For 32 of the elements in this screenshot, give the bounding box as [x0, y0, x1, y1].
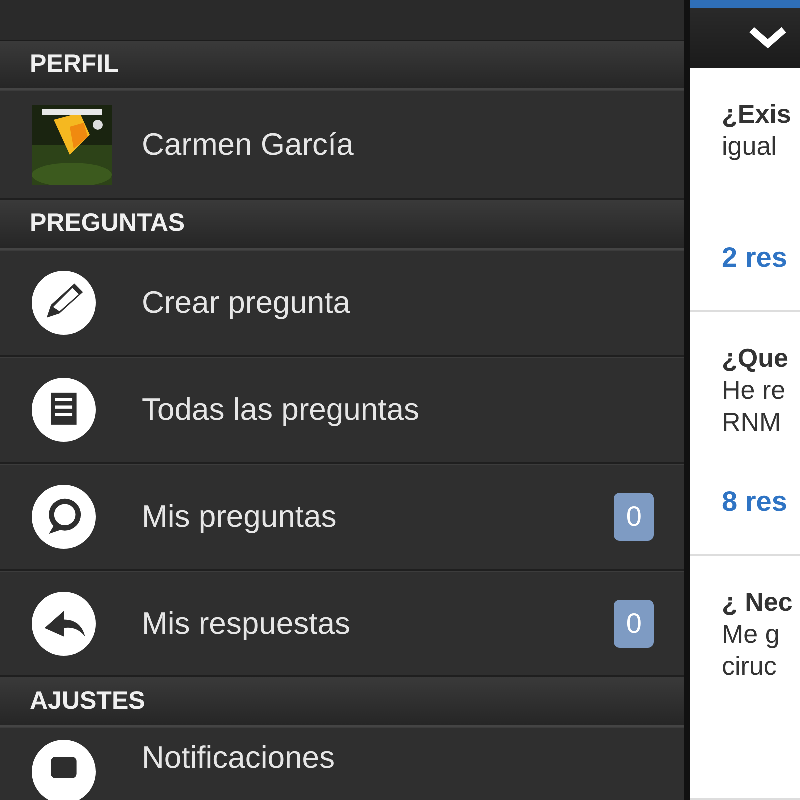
menu-label: Mis respuestas	[142, 606, 350, 642]
question-text: ciruc	[722, 650, 778, 682]
menu-label: Mis preguntas	[142, 498, 337, 535]
section-header: PERFIL	[30, 50, 119, 79]
question-text: Me g	[722, 618, 781, 650]
section-header: PREGUNTAS	[30, 209, 186, 238]
chevron-down-icon[interactable]	[748, 26, 788, 50]
menu-item[interactable]: Todas las preguntas	[0, 356, 684, 464]
profile-name: Carmen García	[142, 126, 354, 163]
question-text: RNM	[722, 406, 782, 438]
menu-label: Crear pregunta	[142, 284, 351, 321]
pencil-icon	[32, 270, 96, 335]
question-card[interactable]: ¿Exis igual 2 res	[690, 68, 800, 312]
list-icon	[32, 378, 96, 442]
answers-link[interactable]: 8 res	[722, 486, 800, 518]
answers-link[interactable]: 2 res	[722, 242, 800, 274]
question-text: ¿Exis	[722, 98, 792, 130]
menu-label: Notificaciones	[142, 740, 335, 776]
question-text: ¿ Nec	[722, 586, 794, 618]
count-badge: 0	[614, 600, 654, 648]
question-card[interactable]: ¿ Nec Me g ciruc	[690, 556, 800, 800]
question-card[interactable]: ¿Que He re RNM 8 res	[690, 312, 800, 556]
menu-item[interactable]: Mis preguntas 0	[0, 464, 684, 571]
question-text: igual	[722, 130, 778, 162]
section-header: AJUSTES	[30, 686, 146, 716]
question-text: ¿Que	[722, 342, 790, 374]
chat-bubble-icon	[32, 484, 96, 549]
question-text: He re	[722, 374, 787, 406]
menu-item[interactable]: Notificaciones	[0, 727, 684, 800]
menu-item[interactable]: Crear pregunta	[0, 250, 684, 357]
count-badge: 0	[614, 492, 654, 541]
menu-label: Todas las preguntas	[142, 392, 420, 428]
